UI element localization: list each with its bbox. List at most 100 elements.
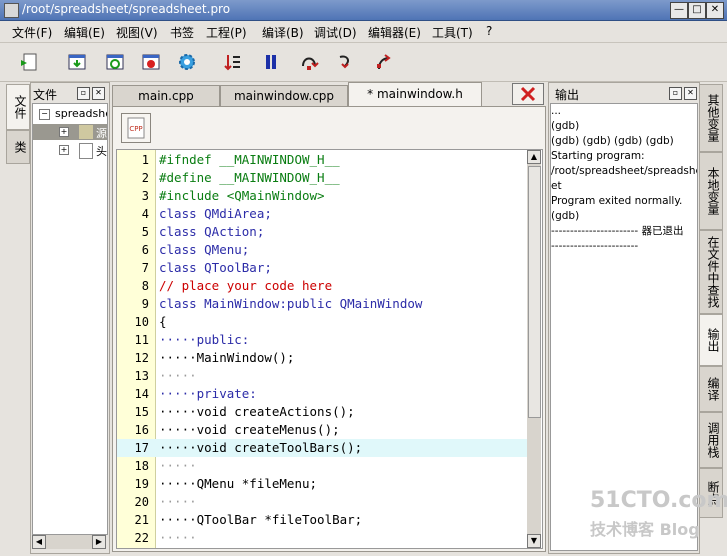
close-icon[interactable]: ✕ [706, 2, 724, 19]
toolbar [0, 43, 727, 82]
menu-project[interactable]: 工程(P) [206, 24, 247, 41]
menu-edit[interactable]: 编辑(E) [64, 24, 105, 41]
code-line[interactable]: 7 class QToolBar; [117, 259, 527, 277]
code-text: #ifndef __MAINWINDOW_H__ [159, 152, 340, 167]
code-line[interactable]: 19 ·····QMenu *fileMenu; [117, 475, 527, 493]
file-tree[interactable]: − spreadsheet + 源 + 头 [32, 103, 108, 535]
code-line[interactable]: 16 ·····void createMenus(); [117, 421, 527, 439]
code-line[interactable]: 1 #ifndef __MAINWINDOW_H__ [117, 151, 527, 169]
tree-item-headers[interactable]: + 头 [33, 142, 107, 159]
horizontal-scrollbar[interactable]: ◀ ▶ [32, 535, 106, 549]
code-line[interactable]: 20 ····· [117, 493, 527, 511]
tab-local-variables[interactable]: 本地变量 [699, 152, 723, 230]
maximize-icon[interactable]: □ [688, 2, 706, 19]
settings-button[interactable] [174, 49, 200, 75]
step-into-button[interactable] [332, 49, 358, 75]
tab-mainwindow-h[interactable]: * mainwindow.h [348, 82, 482, 106]
output-line: /root/spreadsheet/spreadshe [551, 165, 697, 177]
line-number: 3 [141, 189, 149, 203]
code-line[interactable]: 14 ·····private: [117, 385, 527, 403]
tab-find-in-files[interactable]: 在文件中查找 [699, 230, 723, 314]
code-text: ····· [159, 368, 197, 383]
code-line[interactable]: 15 ·····void createActions(); [117, 403, 527, 421]
menu-tools[interactable]: 工具(T) [432, 24, 473, 41]
window-title: /root/spreadsheet/spreadsheet.pro [22, 2, 231, 16]
tab-files[interactable]: 文件 [6, 84, 30, 130]
minimize-icon[interactable]: — [670, 2, 688, 19]
tab-build[interactable]: 编译 [699, 366, 723, 412]
code-line[interactable]: 5 class QAction; [117, 223, 527, 241]
stop-icon [142, 54, 160, 70]
code-text: class QMdiArea; [159, 206, 272, 221]
panel-close-icon[interactable]: ✕ [92, 87, 105, 100]
stop-button[interactable] [138, 49, 164, 75]
code-line[interactable]: 11 ·····public: [117, 331, 527, 349]
code-line[interactable]: 17 ·····void createToolBars(); [117, 439, 527, 457]
code-text: ·····void createActions(); [159, 404, 355, 419]
tab-main-cpp[interactable]: main.cpp [112, 85, 220, 106]
cpp-file-icon: CPP [127, 117, 145, 139]
menu-help[interactable]: ? [486, 24, 492, 38]
code-line[interactable]: 12 ·····MainWindow(); [117, 349, 527, 367]
output-line: (gdb) [551, 210, 580, 222]
tab-other-variables[interactable]: 其他变量 [699, 84, 723, 152]
menu-file[interactable]: 文件(F) [12, 24, 52, 41]
vertical-scrollbar[interactable]: ▲ ▼ [527, 150, 541, 548]
menu-bookmarks[interactable]: 书签 [170, 24, 194, 41]
line-number: 16 [134, 423, 149, 437]
code-line[interactable]: 4 class QMdiArea; [117, 205, 527, 223]
scroll-up-icon[interactable]: ▲ [527, 150, 541, 164]
tab-mainwindow-cpp[interactable]: mainwindow.cpp [220, 85, 348, 106]
line-number: 1 [141, 153, 149, 167]
tab-classes[interactable]: 类 [6, 130, 30, 164]
line-number: 13 [134, 369, 149, 383]
pause-button[interactable] [258, 49, 284, 75]
menu-build[interactable]: 编译(B) [262, 24, 304, 41]
code-text: class QMenu; [159, 242, 250, 257]
output-line: ----------------------- [551, 240, 639, 252]
panel-close-icon[interactable]: ✕ [684, 87, 697, 100]
close-tab-button[interactable] [512, 83, 544, 105]
scroll-left-icon[interactable]: ◀ [32, 535, 46, 549]
step-out-button[interactable] [370, 49, 396, 75]
menu-debug[interactable]: 调试(D) [314, 24, 357, 41]
tree-item-project[interactable]: − spreadsheet [33, 106, 107, 122]
code-line[interactable]: 8 // place your code here [117, 277, 527, 295]
step-over-button[interactable] [296, 49, 322, 75]
gear-icon [179, 54, 195, 70]
collapse-icon[interactable]: − [39, 109, 50, 120]
switch-header-source-button[interactable]: CPP [121, 113, 151, 143]
code-line[interactable]: 3 #include <QMainWindow> [117, 187, 527, 205]
line-number: 17 [134, 441, 149, 455]
code-editor[interactable]: 1 #ifndef __MAINWINDOW_H__ 2 #define __MAIN… [116, 149, 543, 549]
line-number: 8 [141, 279, 149, 293]
tab-output[interactable]: 输出 [699, 314, 723, 366]
output-text[interactable]: ... (gdb) (gdb) (gdb) (gdb) (gdb) Starting … [550, 103, 698, 551]
refresh-button[interactable] [102, 49, 128, 75]
menu-editor[interactable]: 编辑器(E) [368, 24, 421, 41]
undock-icon[interactable]: ▫ [669, 87, 682, 100]
tree-item-sources[interactable]: + 源 [33, 124, 107, 140]
code-line[interactable]: 9 class MainWindow:public QMainWindow [117, 295, 527, 313]
tab-call-stack[interactable]: 调用栈 [699, 412, 723, 468]
sort-button[interactable] [220, 49, 246, 75]
code-line[interactable]: 18 ····· [117, 457, 527, 475]
scroll-down-icon[interactable]: ▼ [527, 534, 541, 548]
scroll-thumb[interactable] [528, 166, 541, 418]
new-file-button[interactable] [16, 49, 42, 75]
code-line[interactable]: 2 #define __MAINWINDOW_H__ [117, 169, 527, 187]
code-line[interactable]: 6 class QMenu; [117, 241, 527, 259]
code-line[interactable]: 22 ····· [117, 529, 527, 547]
code-text: ·····MainWindow(); [159, 350, 295, 365]
step-out-icon [377, 54, 391, 70]
scroll-right-icon[interactable]: ▶ [92, 535, 106, 549]
menu-view[interactable]: 视图(V) [116, 24, 158, 41]
code-line[interactable]: 21 ·····QToolBar *fileToolBar; [117, 511, 527, 529]
app-icon[interactable] [4, 3, 19, 18]
undock-icon[interactable]: ▫ [77, 87, 90, 100]
expand-icon[interactable]: + [59, 145, 69, 155]
code-line[interactable]: 10 { [117, 313, 527, 331]
expand-icon[interactable]: + [59, 127, 69, 137]
code-line[interactable]: 13 ····· [117, 367, 527, 385]
import-button[interactable] [64, 49, 90, 75]
